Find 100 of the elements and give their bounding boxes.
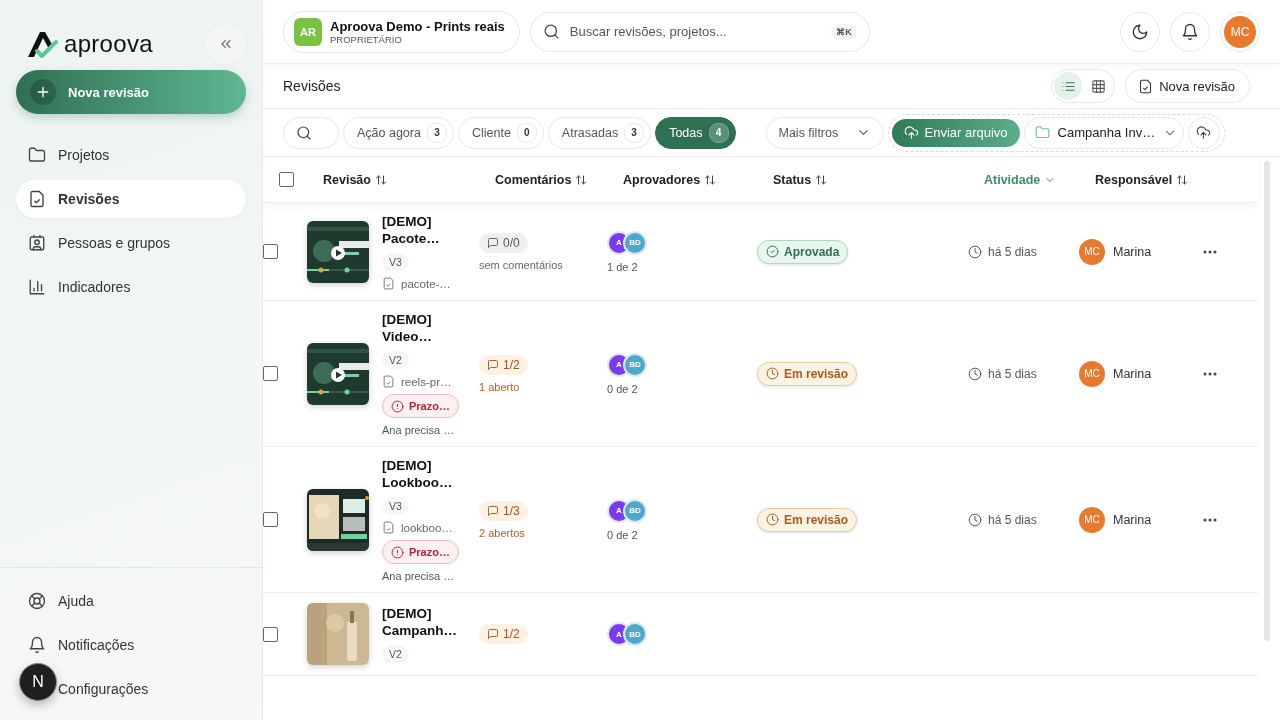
column-header[interactable]: Revisão: [323, 172, 495, 187]
contact-card-icon: [28, 234, 46, 252]
bar-chart-icon: [28, 278, 46, 296]
deadline-text: Prazo…: [409, 546, 450, 558]
new-review-button[interactable]: Nova revisão: [1125, 69, 1250, 103]
check-circle-icon: [766, 245, 779, 258]
revision-title[interactable]: [DEMO] Pacote…: [382, 213, 462, 247]
project-dropdown[interactable]: Campanha Inv…: [1023, 116, 1184, 149]
workspace-role: PROPRIETÁRIO: [330, 33, 403, 45]
sort-arrows-icon: [1176, 173, 1189, 186]
alert-icon: [391, 545, 404, 559]
notifications-button[interactable]: [1170, 11, 1210, 52]
grid-view-icon: [1090, 78, 1106, 94]
scrollbar[interactable]: [1264, 161, 1270, 641]
cloud-upload-icon: [1196, 125, 1212, 140]
cloud-upload-icon: [903, 125, 919, 140]
sort-arrows-icon: [374, 173, 387, 186]
workspace-avatar: AR: [294, 17, 322, 46]
comment-summary: sem comentários: [479, 258, 563, 271]
comment-count: 0/0: [503, 235, 520, 250]
count-badge: 0: [516, 122, 537, 143]
count-badge: 4: [708, 122, 729, 143]
workspace-switcher[interactable]: AR Aproova Demo - Prints reais PROPRIETÁRIO: [283, 10, 520, 53]
more-icon: [1203, 517, 1217, 522]
row-checkbox[interactable]: [263, 366, 278, 381]
owner-avatar: MC: [1079, 506, 1105, 533]
select-all-checkbox[interactable]: [279, 172, 294, 187]
document-icon: [382, 521, 395, 534]
clock-icon: [968, 512, 982, 527]
status-label: Em revisão: [784, 366, 849, 381]
revision-title[interactable]: [DEMO] Lookboo…: [382, 457, 462, 491]
column-header[interactable]: Comentários: [495, 172, 623, 187]
owner-name: Marina: [1113, 366, 1152, 381]
row-checkbox[interactable]: [263, 244, 278, 259]
sidebar-item[interactable]: Indicadores: [16, 268, 246, 306]
sidebar-item[interactable]: Notificações: [16, 626, 246, 664]
approver-avatar: BD: [623, 352, 647, 377]
shortcut-hint: ⌘K: [831, 23, 857, 40]
file-name: pacote-…: [401, 277, 451, 290]
owner-avatar: MC: [1079, 360, 1105, 387]
owner-name: Marina: [1113, 244, 1152, 259]
clock-icon: [968, 366, 982, 381]
clock-icon: [766, 513, 779, 526]
document-icon: [28, 190, 46, 208]
note-text: Ana precisa …: [382, 424, 455, 436]
theme-toggle-button[interactable]: [1120, 11, 1160, 52]
upload-file-button[interactable]: Enviar arquivo: [891, 118, 1020, 147]
note-text: Ana precisa …: [382, 570, 455, 582]
filter-chip[interactable]: Atrasadas 3: [547, 116, 652, 149]
revision-title[interactable]: [DEMO] Campanh…: [382, 605, 462, 639]
speech-bubble-icon: [487, 358, 499, 371]
approver-avatar: BD: [623, 622, 647, 646]
count-badge: 3: [426, 122, 447, 143]
filter-chip[interactable]: Cliente 0: [457, 116, 544, 149]
column-header[interactable]: Aprovadores: [623, 172, 773, 187]
bell-icon: [28, 636, 46, 654]
owner-avatar: MC: [1079, 238, 1105, 265]
file-name: reels-pr…: [401, 375, 452, 388]
approval-count: 0 de 2: [607, 528, 638, 541]
search-icon: [542, 23, 560, 40]
row-checkbox[interactable]: [263, 512, 278, 527]
upload-button[interactable]: [1187, 116, 1220, 149]
more-icon: [1203, 249, 1217, 254]
filter-chip[interactable]: Ação agora 3: [343, 116, 454, 149]
row-checkbox[interactable]: [263, 626, 278, 642]
sidebar-item[interactable]: Revisões: [16, 180, 246, 218]
speech-bubble-icon: [487, 628, 499, 640]
filter-chip[interactable]: Todas 4: [655, 116, 736, 149]
sidebar-item[interactable]: Projetos: [16, 136, 246, 174]
new-review-button[interactable]: Nova revisão: [16, 70, 246, 114]
sidebar-item[interactable]: Pessoas e grupos: [16, 224, 246, 262]
file-name: lookboo…: [401, 521, 453, 534]
logo-text: aproova: [64, 30, 153, 58]
status-label: Em revisão: [784, 512, 849, 527]
column-header[interactable]: Status: [773, 172, 984, 187]
document-icon: [382, 375, 395, 388]
activity-time: há 5 dias: [988, 366, 1037, 381]
document-icon: [1138, 78, 1154, 94]
filter-search-button[interactable]: [283, 116, 339, 149]
list-view-button[interactable]: [1054, 72, 1083, 100]
search-input[interactable]: Buscar revisões, projetos...: [567, 23, 824, 40]
activity-time: há 5 dias: [988, 512, 1037, 527]
approver-avatar: BD: [623, 498, 647, 523]
more-filters-dropdown[interactable]: Mais filtros: [765, 116, 884, 149]
revision-title[interactable]: [DEMO] Video…: [382, 311, 462, 345]
sort-arrows-icon: [575, 173, 588, 186]
deadline-text: Prazo…: [409, 400, 450, 412]
comment-count: 1/2: [503, 627, 520, 641]
approval-count: 0 de 2: [607, 382, 638, 395]
activity-time: há 5 dias: [988, 244, 1037, 259]
folder-icon: [1034, 125, 1050, 140]
column-header[interactable]: Responsável: [1095, 172, 1209, 187]
sidebar-item[interactable]: Ajuda: [16, 582, 246, 620]
column-header[interactable]: Atividade: [984, 172, 1095, 187]
owner-name: Marina: [1113, 512, 1152, 527]
approval-count: 1 de 2: [607, 260, 638, 273]
clock-icon: [968, 244, 982, 259]
more-icon: [1203, 371, 1217, 376]
lifebuoy-icon: [28, 592, 46, 610]
comment-count: 1/3: [503, 503, 520, 518]
